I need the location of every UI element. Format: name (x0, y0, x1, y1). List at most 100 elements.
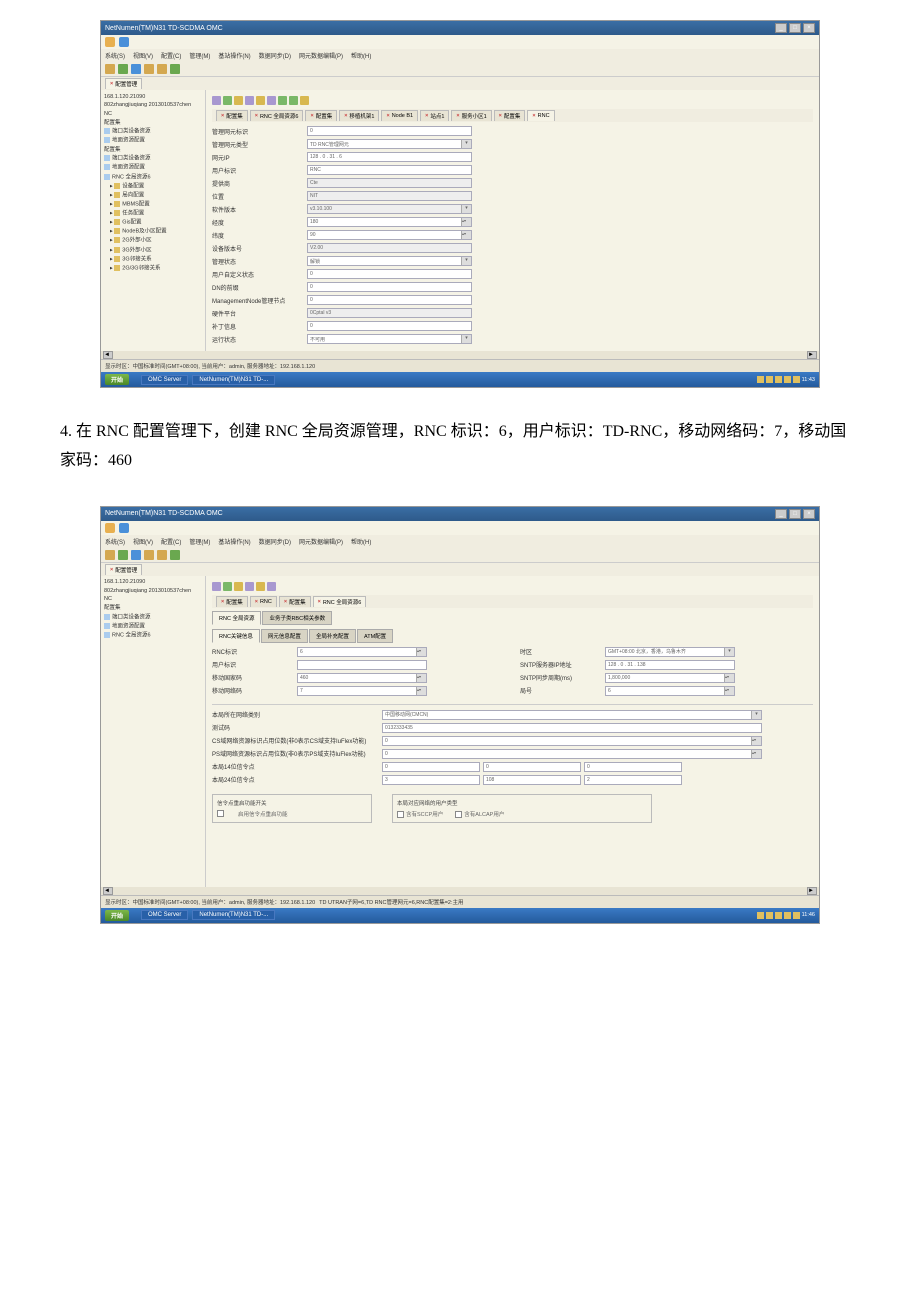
sp14-seg[interactable]: 0 (584, 762, 682, 772)
content-icon[interactable] (223, 96, 232, 105)
field-input[interactable]: 0132333435 (382, 723, 762, 733)
tab-close-icon[interactable]: × (255, 113, 258, 119)
content-icon[interactable] (234, 96, 243, 105)
tree-item[interactable]: ▸ MBMS配置 (104, 200, 202, 209)
content-tab[interactable]: ×站点1 (420, 110, 449, 121)
tab-close-icon[interactable]: × (284, 599, 287, 605)
scroll-right[interactable]: ► (807, 887, 817, 895)
content-tab[interactable]: ×配置集 (305, 110, 337, 121)
minimize-icon[interactable]: _ (775, 23, 787, 33)
tray-icon[interactable] (775, 376, 782, 383)
dropdown-icon[interactable]: ▾ (461, 140, 471, 148)
content-icon[interactable] (267, 582, 276, 591)
toolbar-icon[interactable] (170, 64, 180, 74)
tree-item[interactable]: 地面资源配置 (104, 622, 202, 631)
tab-close-icon[interactable]: × (499, 113, 502, 119)
tree-item[interactable]: 端口类设备资源 (104, 613, 202, 622)
tray-icon[interactable] (775, 912, 782, 919)
content-tab[interactable]: ×Node B1 (381, 110, 418, 121)
field-input[interactable]: 6▴▾ (297, 647, 427, 657)
dropdown-icon[interactable]: ▾ (724, 648, 734, 656)
tab-close-icon[interactable]: × (425, 113, 428, 119)
tab-close-icon[interactable]: × (532, 113, 535, 119)
content-icon[interactable] (234, 582, 243, 591)
menu-system[interactable]: 系统(S) (105, 537, 125, 546)
spinner-icon[interactable]: ▴▾ (461, 218, 471, 226)
checkbox[interactable] (217, 810, 224, 817)
tray-icon[interactable] (757, 376, 764, 383)
tree-item[interactable]: 168.1.120.21090 (104, 93, 202, 102)
sp24-seg[interactable]: 3 (382, 775, 480, 785)
tree-item[interactable]: 配置集 (104, 119, 202, 128)
checkbox[interactable] (455, 811, 462, 818)
tree-item[interactable]: 端口类设备资源 (104, 155, 202, 164)
content-icon[interactable] (278, 96, 287, 105)
home-icon[interactable] (105, 37, 115, 47)
help-icon[interactable] (119, 37, 129, 47)
menu-sync[interactable]: 数据同步(D) (259, 51, 291, 60)
field-input[interactable]: NIT (307, 191, 472, 201)
toolbar-icon[interactable] (105, 64, 115, 74)
panel-tab[interactable]: ×配置管理 (105, 564, 142, 575)
tree-item[interactable]: RNC 全局资源6 (104, 632, 202, 641)
field-input[interactable]: 0 (307, 295, 472, 305)
nav-tree[interactable]: 168.1.120.21090802zhangjiuqiang 20130105… (101, 576, 206, 887)
taskbar-item[interactable]: NetNumen(TM)N31 TD-... (192, 375, 275, 385)
content-tab[interactable]: ×RNC 全局资源6 (313, 596, 367, 607)
content-tab[interactable]: ×配置集 (494, 110, 526, 121)
tree-item[interactable]: 端口类设备资源 (104, 128, 202, 137)
tray-icon[interactable] (766, 376, 773, 383)
tray-icon[interactable] (766, 912, 773, 919)
sp24-seg[interactable]: 108 (483, 775, 581, 785)
spinner-icon[interactable]: ▴▾ (416, 648, 426, 656)
field-input[interactable]: 1,800,000▴▾ (605, 673, 735, 683)
menu-system[interactable]: 系统(S) (105, 51, 125, 60)
dropdown-icon[interactable]: ▾ (461, 257, 471, 265)
content-icon[interactable] (289, 96, 298, 105)
toolbar-icon[interactable] (131, 64, 141, 74)
taskbar-item[interactable]: NetNumen(TM)N31 TD-... (192, 910, 275, 920)
menu-sync[interactable]: 数据同步(D) (259, 537, 291, 546)
field-input[interactable]: 7▴▾ (297, 686, 427, 696)
field-input[interactable]: 中国移动网(CMCN)▾ (382, 710, 762, 720)
taskbar-item[interactable]: OMC Server (141, 375, 188, 385)
subtab[interactable]: RNC关键信息 (212, 629, 260, 643)
sp14-seg[interactable]: 0 (382, 762, 480, 772)
field-input[interactable]: RNC (307, 165, 472, 175)
tree-item[interactable]: 168.1.120.21090 (104, 579, 202, 588)
tree-item[interactable]: 地面资源配置 (104, 164, 202, 173)
tree-item[interactable]: 802zhangjiuqiang 2013010537chen (104, 587, 202, 596)
field-input[interactable]: 0 (307, 126, 472, 136)
tray-icon[interactable] (793, 376, 800, 383)
menu-help[interactable]: 帮助(H) (351, 51, 371, 60)
help-icon[interactable] (119, 523, 129, 533)
content-icon[interactable] (212, 582, 221, 591)
menu-help[interactable]: 帮助(H) (351, 537, 371, 546)
start-button[interactable]: 开始 (105, 374, 129, 385)
field-input[interactable]: GMT+08:00 北京，香港，乌鲁木齐▾ (605, 647, 735, 657)
dropdown-icon[interactable]: ▾ (461, 205, 471, 213)
content-icon[interactable] (267, 96, 276, 105)
toolbar-icon[interactable] (170, 550, 180, 560)
field-input[interactable]: 0▴▾ (382, 749, 762, 759)
tree-item[interactable]: ▸ 3G外部小区 (104, 246, 202, 255)
tab-close-icon[interactable]: × (344, 113, 347, 119)
menu-station[interactable]: 基站操作(N) (218, 51, 250, 60)
tab-close-icon[interactable]: × (386, 113, 389, 119)
tree-item[interactable]: ▸ Gis配置 (104, 219, 202, 228)
sp14-seg[interactable]: 0 (483, 762, 581, 772)
menu-view[interactable]: 视图(V) (133, 537, 153, 546)
content-tab[interactable]: ×移植机架1 (339, 110, 379, 121)
field-input[interactable]: 90▴▾ (307, 230, 472, 240)
tree-item[interactable]: ▸ 2G/3G邻接关系 (104, 264, 202, 273)
close-icon[interactable]: × (803, 23, 815, 33)
tab-close-icon[interactable]: × (221, 599, 224, 605)
home-icon[interactable] (105, 523, 115, 533)
field-input[interactable]: 0Cptal v3 (307, 308, 472, 318)
maximize-icon[interactable]: □ (789, 509, 801, 519)
spinner-icon[interactable]: ▴▾ (416, 674, 426, 682)
tree-item[interactable]: 配置集 (104, 605, 202, 614)
tree-item[interactable]: NC (104, 596, 202, 605)
minimize-icon[interactable]: _ (775, 509, 787, 519)
content-tab[interactable]: ×配置集 (216, 596, 248, 607)
